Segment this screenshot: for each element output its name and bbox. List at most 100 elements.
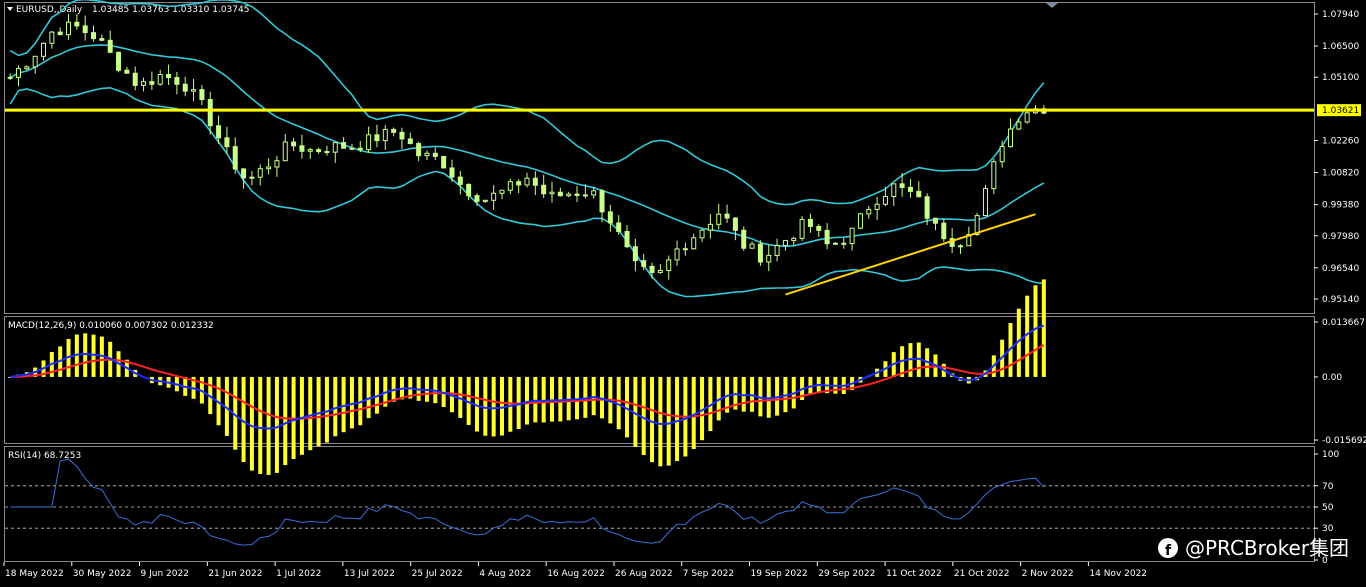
candle-body xyxy=(366,134,372,151)
macd-hist-bar xyxy=(299,376,304,455)
candle-body xyxy=(857,213,863,229)
candle-body xyxy=(357,147,363,151)
candle-body xyxy=(324,151,330,154)
candle-body xyxy=(899,183,905,188)
candle-body xyxy=(207,99,213,127)
candle-body xyxy=(374,134,380,142)
price-tick-label: 1.02260 xyxy=(1322,136,1359,146)
time-tick-label: 2 Nov 2022 xyxy=(1022,569,1074,579)
candle-body xyxy=(699,229,705,239)
candle-body xyxy=(641,260,647,267)
candle-body xyxy=(816,225,822,231)
candle-body xyxy=(991,161,997,190)
candle-body xyxy=(549,191,555,195)
candles xyxy=(7,13,1047,280)
candle-body xyxy=(474,195,480,202)
price-tick-label: 1.00820 xyxy=(1322,169,1359,179)
price-tick-label: 0.99380 xyxy=(1322,201,1359,211)
candle-body xyxy=(74,21,80,27)
time-tick-label: 18 May 2022 xyxy=(5,569,64,579)
candle-body xyxy=(449,167,455,178)
candle-body xyxy=(91,32,97,40)
candle-body xyxy=(516,181,522,186)
candle-body xyxy=(116,51,122,71)
candle-body xyxy=(216,125,222,139)
candle-body xyxy=(41,42,47,57)
candle-body xyxy=(1016,121,1022,130)
candle-body xyxy=(32,55,38,68)
time-tick-label: 16 Aug 2022 xyxy=(547,569,605,579)
macd-hist-bar xyxy=(666,376,671,466)
macd-hist-bar xyxy=(550,376,555,422)
macd-hist-bar xyxy=(525,376,529,425)
time-tick-label: 30 May 2022 xyxy=(73,569,132,579)
candle-body xyxy=(166,74,172,79)
rsi-header: RSI(14) 68.7253 xyxy=(8,451,81,461)
candle-body xyxy=(741,229,747,249)
candle-body xyxy=(649,265,655,273)
candle-body xyxy=(982,188,988,217)
macd-axis: 0.013667 0.00 -0.015692 xyxy=(1314,318,1366,446)
candle-body xyxy=(582,194,588,197)
macd-hist-bar xyxy=(258,376,263,474)
candle-body xyxy=(332,142,338,153)
candle-body xyxy=(774,245,780,256)
rsi-tick-label: 100 xyxy=(1322,450,1339,460)
time-tick-label: 7 Sep 2022 xyxy=(683,569,734,579)
candle-body xyxy=(957,245,963,248)
macd-hist-bar xyxy=(308,376,313,451)
candle-body xyxy=(941,222,947,240)
candle-body xyxy=(666,259,672,272)
candle-body xyxy=(499,189,505,194)
band-middle xyxy=(9,44,1045,248)
macd-hist-bar xyxy=(1033,285,1038,377)
time-tick-label: 21 Jun 2022 xyxy=(208,569,262,579)
candle-body xyxy=(432,152,438,157)
candle-body xyxy=(1024,112,1030,123)
candle-body xyxy=(274,160,280,168)
candle-body xyxy=(841,242,847,245)
macd-hist-bar xyxy=(675,376,680,462)
time-tick-label: 11 Oct 2022 xyxy=(886,569,942,579)
candle-body xyxy=(849,227,855,245)
candle-body xyxy=(791,237,797,242)
candle-body xyxy=(657,270,663,273)
price-tick-label: 0.96540 xyxy=(1322,264,1359,274)
price-tick-label: 1.07940 xyxy=(1322,10,1359,20)
symbol-menu-triangle-icon[interactable] xyxy=(7,7,13,11)
candle-body xyxy=(799,218,805,239)
candle-body xyxy=(907,186,913,192)
candle-body xyxy=(191,89,197,92)
macd-hist-bar xyxy=(483,376,488,436)
candle-body xyxy=(807,218,813,227)
macd-hist-bar xyxy=(274,376,279,473)
candle-body xyxy=(599,190,605,213)
chart-shift-marker-icon[interactable] xyxy=(1046,3,1058,8)
macd-hist-bar xyxy=(333,376,338,437)
candle-body xyxy=(399,131,405,140)
time-tick-label: 19 Sep 2022 xyxy=(751,569,808,579)
candle-body xyxy=(249,176,255,179)
rsi-tick-label: 30 xyxy=(1322,524,1334,534)
candle-body xyxy=(232,146,238,170)
candle-body xyxy=(557,191,563,197)
time-tick-label: 26 Aug 2022 xyxy=(615,569,673,579)
price-tick-label: 1.06500 xyxy=(1322,42,1359,52)
candle-body xyxy=(224,137,230,148)
candle-body xyxy=(132,72,138,86)
candle-body xyxy=(24,66,30,70)
macd-hist-bar xyxy=(558,376,563,422)
candle-body xyxy=(674,248,680,261)
candle-body xyxy=(866,208,872,215)
candle-body xyxy=(266,166,272,170)
rsi-panel xyxy=(5,458,1314,546)
chart-canvas: EURUSD,,Daily 1.03485 1.03763 1.03310 1.… xyxy=(3,0,1366,579)
time-tick-label: 29 Sep 2022 xyxy=(818,569,875,579)
svg-text:f: f xyxy=(1165,543,1172,559)
macd-hist-bar xyxy=(249,376,254,471)
candle-body xyxy=(541,184,547,195)
watermark: f @PRCBroker集团 xyxy=(1158,536,1349,560)
macd-hist-bar xyxy=(566,376,571,421)
macd-hist-bar xyxy=(658,376,663,467)
candle-body xyxy=(66,21,72,36)
